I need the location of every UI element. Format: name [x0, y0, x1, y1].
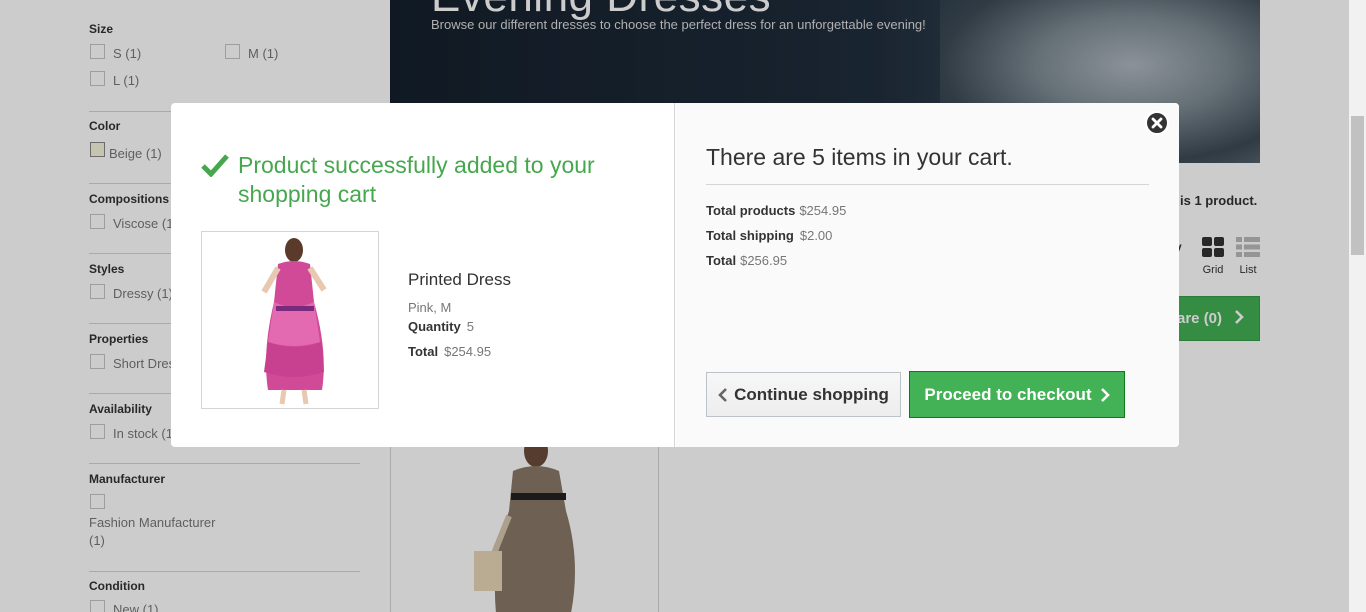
cart-summary-panel: There are 5 items in your cart. Total pr… — [676, 103, 1179, 447]
proceed-to-checkout-button[interactable]: Proceed to checkout — [909, 371, 1125, 418]
page-scrollbar[interactable] — [1349, 0, 1366, 612]
total-shipping-row: Total shipping $2.00 — [706, 228, 832, 243]
total-products-row: Total products $254.95 — [706, 203, 846, 218]
total-products-value: $254.95 — [799, 203, 847, 218]
product-thumbnail — [201, 231, 379, 409]
product-image — [202, 232, 378, 408]
cart-total-value: $256.95 — [740, 253, 788, 268]
check-icon — [201, 154, 229, 177]
cart-total-label: Total — [706, 253, 737, 268]
total-products-label: Total products — [706, 203, 796, 218]
continue-shopping-button[interactable]: Continue shopping — [706, 372, 901, 417]
total-value: $254.95 — [444, 344, 492, 359]
added-product-panel: Product successfully added to your shopp… — [171, 103, 675, 447]
product-attributes: Pink, M — [408, 300, 452, 315]
quantity-label: Quantity — [408, 319, 461, 334]
product-total-row: Total $254.95 — [408, 344, 491, 359]
close-modal-button[interactable] — [1145, 111, 1169, 135]
chevron-left-icon — [718, 387, 727, 402]
cart-items-heading: There are 5 items in your cart. — [706, 144, 1013, 170]
quantity-value: 5 — [466, 319, 474, 334]
quantity-row: Quantity 5 — [408, 319, 474, 334]
total-label: Total — [408, 344, 439, 359]
checkout-label: Proceed to checkout — [924, 384, 1092, 404]
product-name: Printed Dress — [408, 270, 511, 289]
continue-shopping-label: Continue shopping — [734, 384, 889, 404]
success-message: Product successfully added to your shopp… — [238, 152, 595, 207]
close-icon — [1151, 117, 1163, 129]
total-shipping-label: Total shipping — [706, 228, 794, 243]
scrollbar-thumb[interactable] — [1351, 116, 1364, 255]
total-shipping-value: $2.00 — [799, 228, 833, 243]
add-to-cart-modal: Product successfully added to your shopp… — [171, 103, 1179, 447]
divider — [706, 184, 1149, 185]
cart-total-row: Total $256.95 — [706, 253, 787, 268]
chevron-right-icon — [1100, 387, 1110, 402]
